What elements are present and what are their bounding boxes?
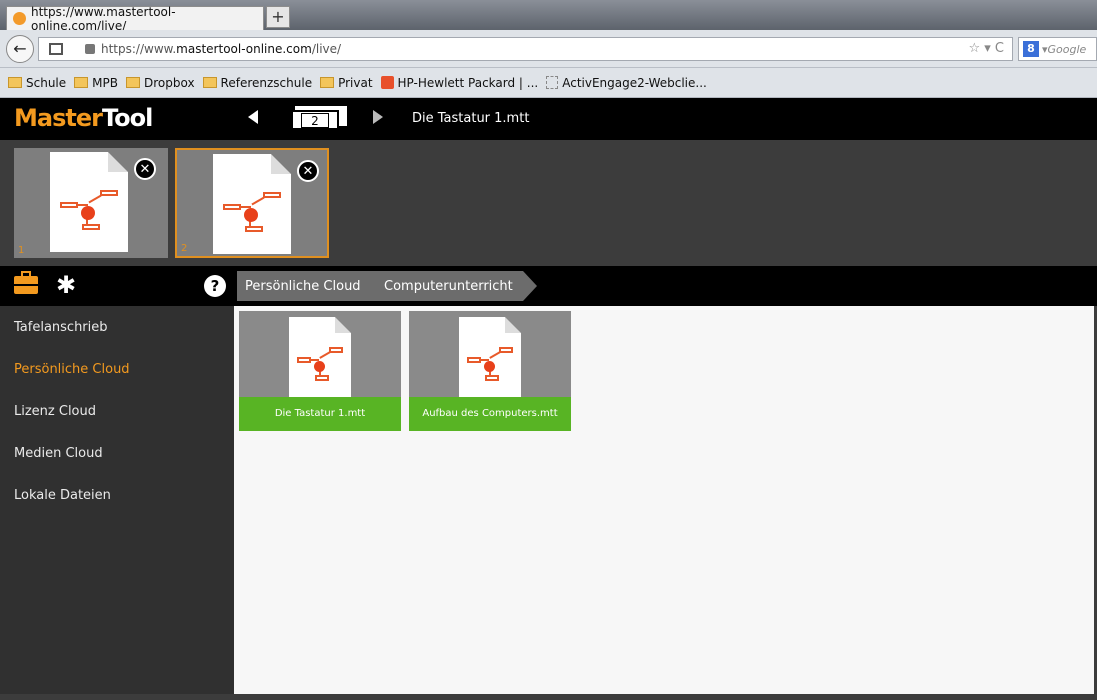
file-browser: Die Tastatur 1.mtt Aufbau des Computers.… [234, 306, 1094, 694]
sidebar-item-lizenz-cloud[interactable]: Lizenz Cloud [14, 404, 96, 419]
previous-page-icon[interactable] [248, 110, 258, 124]
app-header: MasterTool 2 Die Tastatur 1.mtt [0, 98, 1097, 140]
star-bookmark-icon[interactable]: ☆ [968, 41, 980, 56]
site-identity-icon[interactable] [49, 43, 63, 55]
browser-tab[interactable]: https://www.mastertool-online.com/live/ [6, 4, 264, 33]
bookmark-label: MPB [92, 75, 118, 90]
dropdown-icon[interactable]: ▾ [984, 41, 991, 56]
mastertool-logo: MasterTool [14, 104, 153, 132]
folder-icon [320, 77, 335, 88]
window-bottom-edge [0, 694, 1097, 700]
file-tile[interactable]: Die Tastatur 1.mtt [239, 311, 401, 431]
folder-icon [74, 77, 89, 88]
thumbnail-number: 2 [181, 243, 188, 254]
bookmark-item[interactable]: Schule [8, 76, 66, 90]
breadcrumb-item[interactable]: Computerunterricht [370, 271, 537, 301]
logo-part-tool: Tool [101, 104, 153, 132]
sidebar-item-persoenliche-cloud[interactable]: Persönliche Cloud [14, 362, 130, 377]
logo-part-master: Master [14, 104, 103, 132]
url-domain: mastertool-online.com [176, 42, 312, 56]
thumbnail-number: 1 [18, 245, 25, 256]
next-page-icon[interactable] [373, 110, 383, 124]
page-thumbnail-strip: ✕ 1 ✕ 2 [0, 140, 1097, 266]
close-page-icon[interactable]: ✕ [134, 158, 156, 180]
mindmap-icon [213, 154, 291, 254]
folder-icon [8, 77, 22, 88]
page-counter[interactable]: 2 [291, 106, 347, 130]
app-toolbar: ✱ ? Persönliche Cloud Computerunterricht [0, 266, 1097, 306]
mindmap-icon [459, 317, 521, 397]
hp-icon [380, 76, 394, 89]
page-thumbnail[interactable]: ✕ 1 [14, 148, 168, 258]
help-icon[interactable]: ? [204, 275, 226, 297]
bookmark-item[interactable]: Referenzschule [202, 75, 313, 90]
file-name: Aufbau des Computers.mtt [409, 397, 571, 431]
bookmark-item[interactable]: Privat [320, 75, 373, 90]
bookmark-item[interactable]: ActivEngage2-Webclie... [546, 76, 707, 90]
sidebar-item-medien-cloud[interactable]: Medien Cloud [14, 446, 103, 461]
site-favicon-icon [13, 12, 26, 25]
close-page-icon[interactable]: ✕ [297, 160, 319, 182]
sidebar-item-lokale-dateien[interactable]: Lokale Dateien [14, 488, 111, 503]
mindmap-icon [50, 152, 128, 252]
bookmark-label: HP-Hewlett Packard | ... [397, 75, 539, 90]
browser-tab-bar: https://www.mastertool-online.com/live/ … [0, 0, 1097, 33]
file-preview [459, 317, 521, 397]
mindmap-icon [289, 317, 351, 397]
bookmark-item[interactable]: MPB [74, 76, 118, 90]
google-icon[interactable]: 8 [1023, 41, 1039, 57]
back-button[interactable]: ← [6, 35, 34, 63]
bookmark-item[interactable]: HP-Hewlett Packard | ... [380, 75, 539, 90]
breadcrumb-label: Persönliche Cloud [245, 278, 361, 294]
page-icon [546, 76, 559, 89]
bookmark-item[interactable]: Dropbox [125, 75, 195, 90]
address-bar[interactable]: https://www. mastertool-online.com/live/ … [38, 37, 1013, 61]
search-placeholder: Google [1047, 42, 1087, 56]
file-name: Die Tastatur 1.mtt [239, 397, 401, 431]
page-preview [213, 154, 291, 254]
url-suffix: /live/ [311, 42, 342, 56]
sidebar: Tafelanschrieb Persönliche Cloud Lizenz … [0, 306, 234, 694]
briefcase-icon[interactable] [14, 271, 38, 294]
folder-icon [125, 77, 140, 88]
bookmark-label: ActivEngage2-Webclie... [562, 75, 707, 90]
address-bar-actions: ☆ ▾ C [968, 41, 1004, 56]
browser-tab-title: https://www.mastertool-online.com/live/ [31, 4, 176, 33]
folder-icon [202, 77, 217, 88]
reload-icon[interactable]: C [995, 41, 1004, 56]
lock-icon [85, 44, 95, 54]
bookmark-label: Referenzschule [220, 75, 313, 90]
page-preview [50, 152, 128, 252]
page-count: 2 [301, 113, 329, 128]
gear-icon[interactable]: ✱ [56, 272, 76, 298]
sidebar-item-tafelanschrieb[interactable]: Tafelanschrieb [14, 320, 108, 335]
new-tab-button[interactable]: + [266, 6, 290, 28]
browser-nav-bar: ← https://www. mastertool-online.com/live… [0, 30, 1097, 68]
file-preview [289, 317, 351, 397]
bookmark-label: Schule [26, 75, 67, 90]
breadcrumb-item[interactable]: Persönliche Cloud [237, 271, 387, 301]
search-box[interactable]: 8 ▾ Google [1018, 37, 1097, 61]
breadcrumb-label: Computerunterricht [384, 278, 513, 294]
url-prefix: https://www. [101, 42, 177, 56]
bookmarks-bar: Schule MPB Dropbox Referenzschule Privat… [0, 68, 1097, 98]
page-thumbnail-active[interactable]: ✕ 2 [175, 148, 329, 258]
bookmark-label: Privat [338, 75, 373, 90]
bookmark-label: Dropbox [143, 75, 195, 90]
file-tile[interactable]: Aufbau des Computers.mtt [409, 311, 571, 431]
document-title: Die Tastatur 1.mtt [412, 111, 530, 126]
